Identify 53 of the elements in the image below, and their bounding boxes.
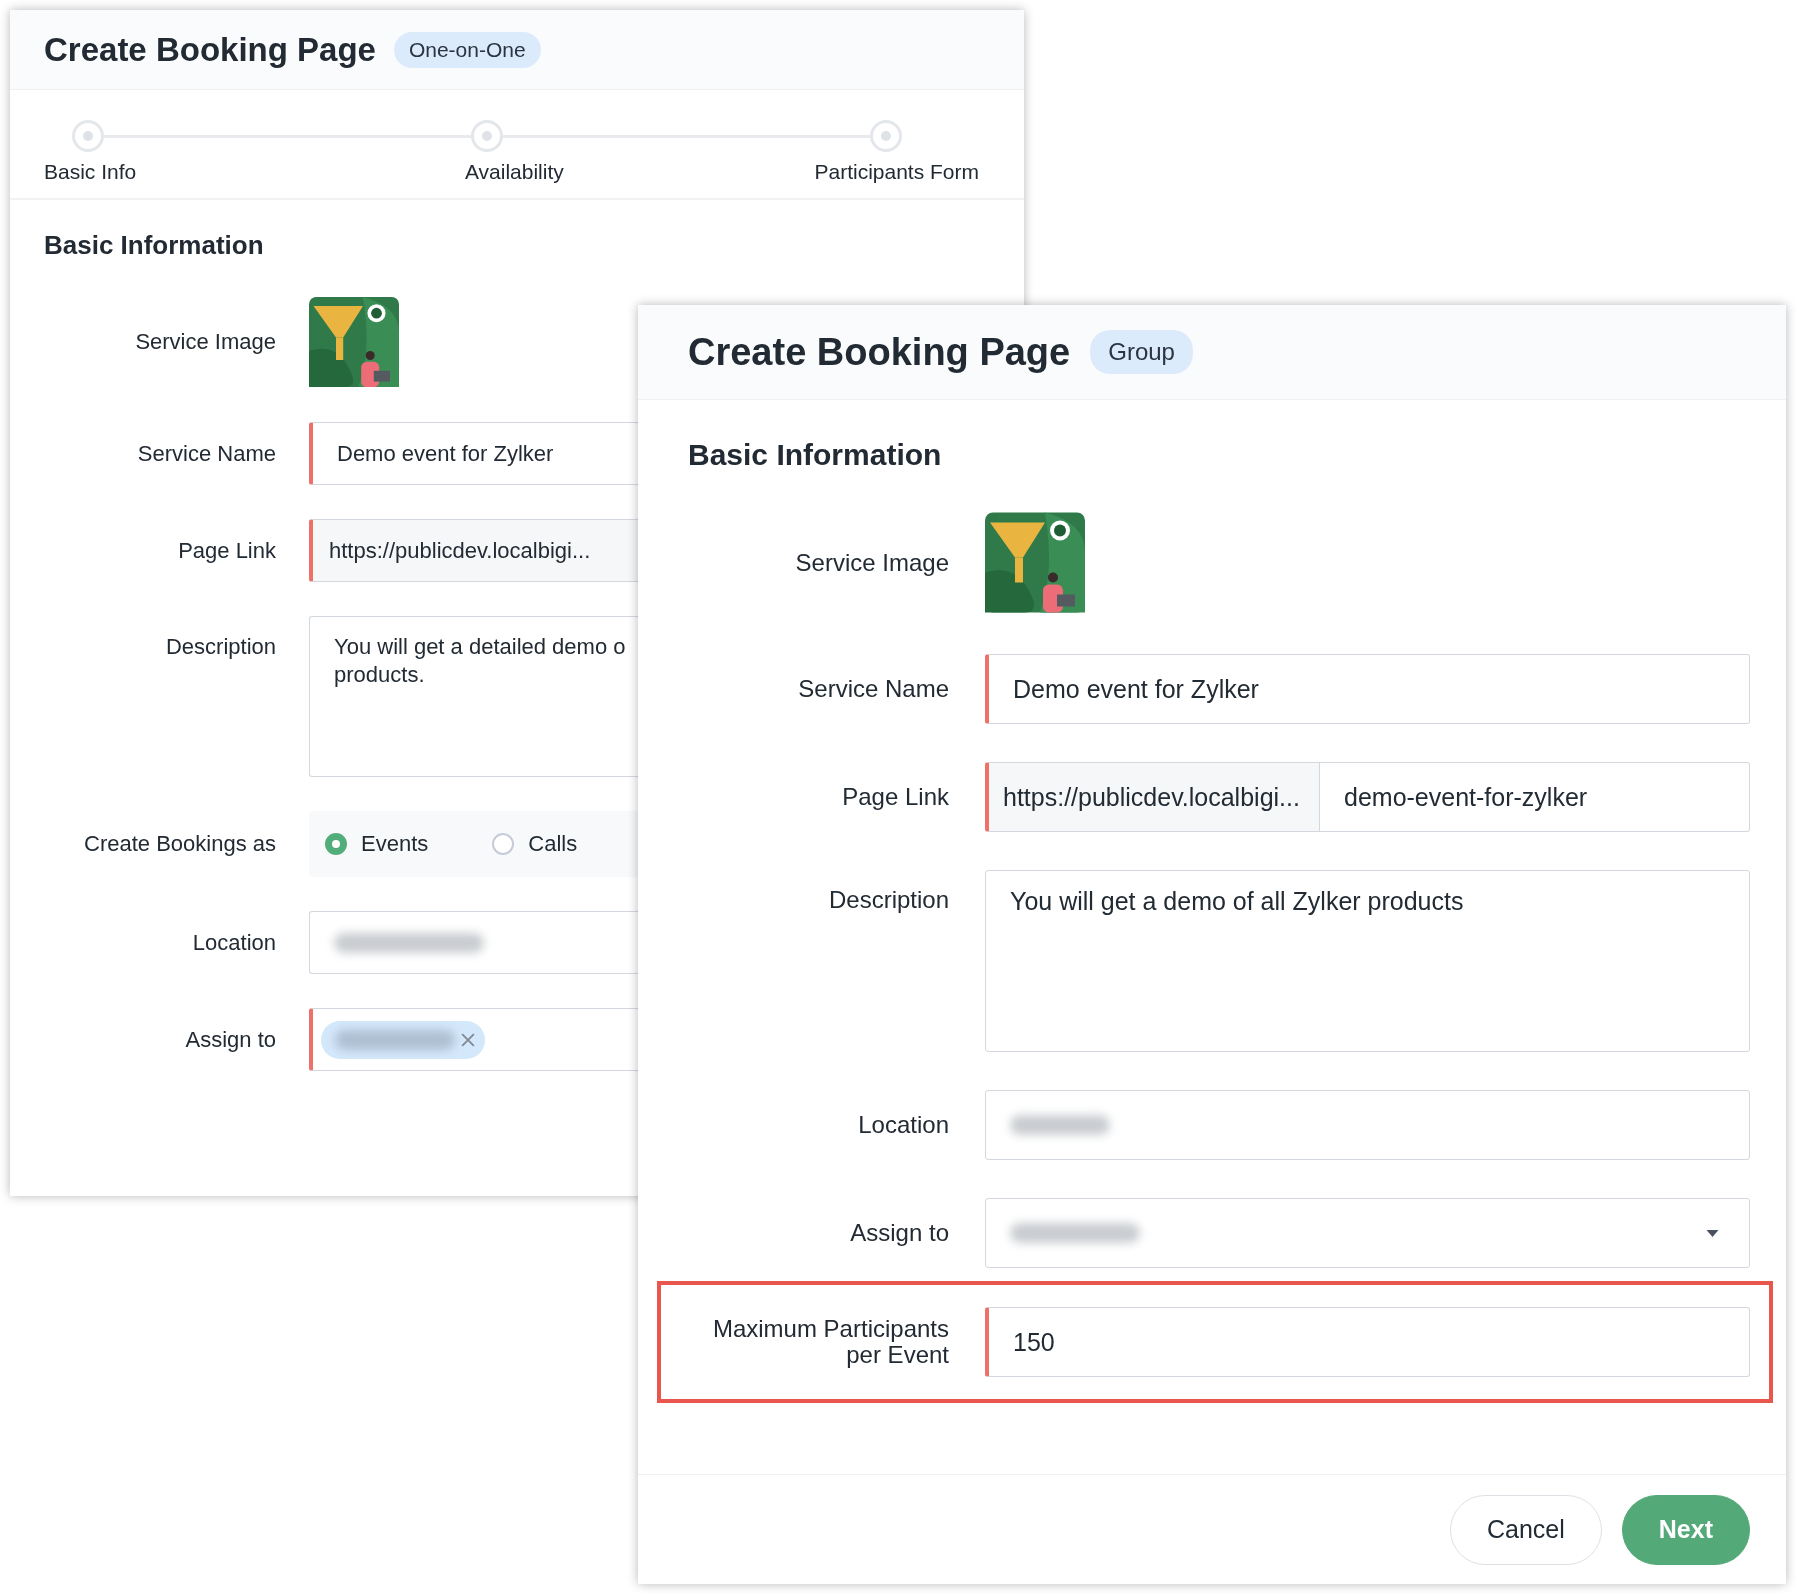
radio-label[interactable]: Calls [528, 831, 578, 857]
field-label: Location [858, 1112, 949, 1138]
field-value: 150 [1013, 1327, 1055, 1357]
field-label: Description [828, 887, 949, 913]
field-value: https://publicdev.localbigi... [329, 537, 591, 564]
field-value: You will get a demo of all Zylker products [1010, 887, 1464, 916]
field-value: You will get a detailed demo o products. [334, 633, 626, 689]
field-label: Service Name [798, 676, 949, 702]
window-title: Create Booking Page [688, 330, 1071, 374]
field-label: Service Image [795, 549, 949, 576]
field-label: Location [192, 929, 276, 956]
cancel-button[interactable]: Cancel [1450, 1494, 1602, 1565]
field-value: demo-event-for-zylker [1343, 782, 1588, 812]
field-label: Maximum Participants per Event [712, 1316, 949, 1368]
step-circle-icon [870, 120, 902, 152]
field-label: Assign to [850, 1220, 949, 1246]
text-field[interactable]: Demo event for Zylker [309, 422, 638, 485]
type-badge: Group [1090, 330, 1193, 374]
text-field[interactable]: 150 [985, 1307, 1750, 1377]
text-field[interactable]: Demo event for Zylker [985, 654, 1750, 724]
field-label: Service Image [135, 329, 276, 355]
text-field[interactable]: https://publicdev.localbigi... [309, 519, 638, 582]
field-label: Page Link [178, 537, 276, 564]
text-area[interactable]: You will get a demo of all Zylker products [985, 870, 1750, 1052]
radio-button[interactable] [325, 833, 347, 855]
field-label: Description [165, 634, 276, 660]
window-title: Create Booking Page [44, 30, 376, 69]
section-title: Basic Information [43, 230, 265, 261]
type-badge: One-on-One [393, 31, 541, 68]
step-label[interactable]: Participants Form [814, 160, 979, 184]
radio-button[interactable] [492, 833, 515, 855]
field-label: Assign to [185, 1026, 276, 1053]
step-label[interactable]: Basic Info [44, 160, 137, 184]
field-label: Service Name [137, 440, 276, 467]
step-circle-icon [471, 120, 503, 152]
close-icon[interactable] [461, 1032, 475, 1047]
step-circle-icon [72, 120, 104, 152]
field-value: Demo event for Zylker [337, 440, 554, 467]
link-field[interactable]: https://publicdev.localbigi... demo-event-for-zylker [985, 762, 1750, 832]
assignee-field[interactable] [309, 1008, 638, 1071]
section-title: Basic Information [687, 438, 943, 472]
text-field[interactable] [985, 1090, 1750, 1160]
text-field[interactable] [309, 911, 638, 974]
caret-icon [1706, 1229, 1719, 1237]
link-prefix: https://publicdev.localbigi... [1003, 782, 1300, 812]
field-value: Demo event for Zylker [1013, 674, 1259, 704]
assignee-chip[interactable] [321, 1020, 485, 1059]
radio-label[interactable]: Events [361, 831, 429, 857]
assignee-dropdown[interactable] [985, 1198, 1750, 1268]
field-label: Create Bookings as [84, 831, 276, 857]
step-label[interactable]: Availability [464, 160, 564, 184]
text-area[interactable]: You will get a detailed demo o products. [309, 616, 638, 777]
field-label: Page Link [842, 784, 949, 810]
